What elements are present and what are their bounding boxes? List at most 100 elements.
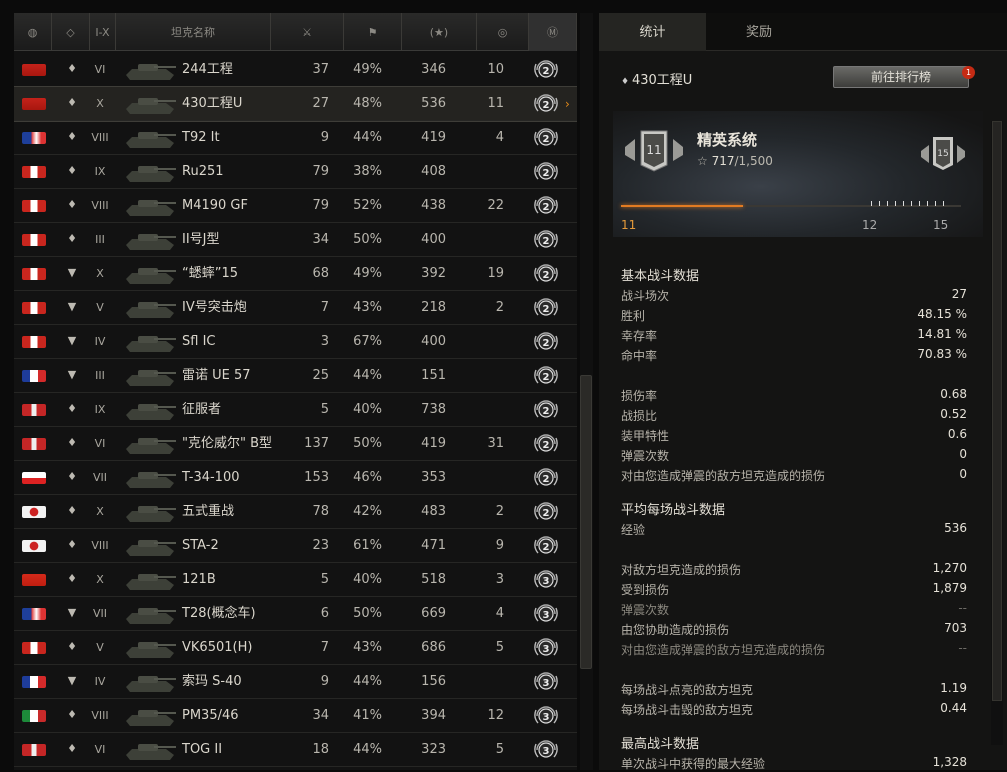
tank-name: T28(概念车) <box>182 606 256 621</box>
tank-image-icon <box>126 608 176 624</box>
tank-tier: VIII <box>91 131 109 144</box>
nation-flag-icon <box>22 200 46 212</box>
tank-row[interactable]: ♦ VIII M4190 GF 79 52% 438 22 2 <box>14 189 577 223</box>
tank-marks: 31 <box>487 436 504 451</box>
sort-tier-button[interactable]: I-X <box>90 13 116 51</box>
tank-image-icon <box>126 64 176 80</box>
tank-name: STA-2 <box>182 538 219 553</box>
tank-win: 44% <box>353 674 382 689</box>
tank-row[interactable]: ♦ X 121B 5 40% 518 3 3 <box>14 563 577 597</box>
tank-row[interactable]: ♦ VI "克伦威尔" B型 137 50% 419 31 2 <box>14 427 577 461</box>
tank-row[interactable]: ♦ V VK6501(H) 7 43% 686 5 3 <box>14 631 577 665</box>
tank-tier: VI <box>94 743 106 756</box>
tank-row[interactable]: ♦ VIII PM35/46 34 41% 394 12 3 <box>14 699 577 733</box>
stat-value: 48.15 % <box>917 307 967 321</box>
list-scrollbar-thumb[interactable] <box>580 375 592 669</box>
mastery-badge-icon: 2 <box>534 94 558 112</box>
tank-row[interactable]: ♦ VII T-34-100 153 46% 353 2 <box>14 461 577 495</box>
tank-tier: IX <box>94 165 106 178</box>
tank-image-icon <box>126 132 176 148</box>
tab-awards[interactable]: 奖励 <box>706 13 812 51</box>
tab-stats[interactable]: 统计 <box>599 13 706 51</box>
progress-tick <box>879 201 880 206</box>
mastery-icon: Ⓜ <box>547 26 558 39</box>
stats-section-title: 平均每场战斗数据 <box>621 503 726 518</box>
sort-battles-button[interactable]: ⚔ <box>271 13 344 51</box>
ranking-button[interactable]: 前往排行榜 <box>833 66 969 88</box>
stat-value: 70.83 % <box>917 347 967 361</box>
sort-marks-button[interactable]: ◎ <box>477 13 529 51</box>
svg-text:2: 2 <box>543 168 550 179</box>
stat-label: 对由您造成弹震的敌方坦克造成的损伤 <box>621 643 826 657</box>
tank-row[interactable]: ♦ IX Ru251 79 38% 408 2 <box>14 155 577 189</box>
stat-label: 损伤率 <box>621 389 658 403</box>
tank-marks: 2 <box>495 504 504 519</box>
tank-image-icon <box>126 370 176 386</box>
tank-row[interactable]: ♦ VI TOG II 18 44% 323 5 3 <box>14 733 577 767</box>
tank-battles: 79 <box>312 164 329 179</box>
tank-tier: X <box>96 573 104 586</box>
tank-image-icon <box>126 676 176 692</box>
tank-row[interactable]: ▼ X “蟋蟀”15 68 49% 392 19 2 <box>14 257 577 291</box>
tank-avg-xp: 323 <box>421 742 446 757</box>
tank-marks: 2 <box>495 300 504 315</box>
vehicle-type-icon: ▼ <box>67 674 77 687</box>
mastery-badge-icon: 3 <box>534 570 558 588</box>
tank-row[interactable]: ♦ VI 244工程 37 49% 346 10 2 <box>14 53 577 87</box>
svg-text:2: 2 <box>543 542 550 553</box>
tank-tier: IV <box>94 675 106 688</box>
tank-tier: IX <box>94 403 106 416</box>
tank-marks: 4 <box>495 606 504 621</box>
tank-tier: VIII <box>91 539 109 552</box>
tank-avg-xp: 536 <box>421 96 446 111</box>
nation-flag-icon <box>22 744 46 756</box>
svg-text:2: 2 <box>543 66 550 77</box>
tank-image-icon <box>126 506 176 522</box>
tank-name: T92 It <box>182 130 220 145</box>
vehicle-type-icon: ♦ <box>67 130 77 143</box>
tank-row[interactable]: ♦ IX 征服者 5 40% 738 2 <box>14 393 577 427</box>
tank-win: 43% <box>353 640 382 655</box>
tank-name: Sfl IC <box>182 334 216 349</box>
sort-type-button[interactable]: ◇ <box>52 13 90 51</box>
tank-row[interactable]: ♦ III II号J型 34 50% 400 2 <box>14 223 577 257</box>
tank-row[interactable]: ♦ VIII STA-2 23 61% 471 9 2 <box>14 529 577 563</box>
elite-points: ☆ 717/1,500 <box>697 154 773 168</box>
sort-mastery-button[interactable]: Ⓜ <box>529 13 577 51</box>
stat-value: 1,879 <box>932 581 967 595</box>
tank-name: M4190 GF <box>182 198 248 213</box>
tank-win: 41% <box>353 708 382 723</box>
sort-name-button[interactable]: 坦克名称 <box>116 13 271 51</box>
tank-row[interactable]: ▼ IV Sfl IC 3 67% 400 2 <box>14 325 577 359</box>
tank-row[interactable]: ▼ IV 索玛 S-40 9 44% 156 3 <box>14 665 577 699</box>
sort-xp-button[interactable]: (★) <box>402 13 477 51</box>
tank-row[interactable]: ▼ VII T28(概念车) 6 50% 669 4 3 <box>14 597 577 631</box>
vehicle-type-icon: ♦ <box>67 572 77 585</box>
tank-tier: III <box>95 233 105 246</box>
list-header: ◍ ◇ I-X 坦克名称 ⚔ ⚑ (★) ◎ Ⓜ <box>14 13 577 51</box>
vehicle-type-icon: ♦ <box>67 232 77 245</box>
tank-row[interactable]: ♦ X 430工程U 27 48% 536 11 2 › <box>14 86 577 122</box>
mastery-badge-icon: 2 <box>534 60 558 78</box>
stat-label: 对由您造成弹震的敌方坦克造成的损伤 <box>621 469 826 483</box>
tank-row[interactable]: ▼ V IV号突击炮 7 43% 218 2 2 <box>14 291 577 325</box>
stat-label: 弹震次数 <box>621 603 670 617</box>
tank-row[interactable]: ♦ VIII T92 It 9 44% 419 4 2 <box>14 121 577 155</box>
mastery-badge-icon: 2 <box>534 366 558 384</box>
stats-section-title: 基本战斗数据 <box>621 269 700 284</box>
tank-image-icon <box>126 472 176 488</box>
sort-wins-button[interactable]: ⚑ <box>344 13 402 51</box>
svg-text:2: 2 <box>543 338 550 349</box>
tank-avg-xp: 392 <box>421 266 446 281</box>
sort-nation-button[interactable]: ◍ <box>14 13 52 51</box>
svg-text:11: 11 <box>646 143 661 157</box>
tank-row[interactable]: ♦ X 五式重战 78 42% 483 2 2 <box>14 495 577 529</box>
tank-battles: 7 <box>320 640 329 655</box>
tank-row[interactable]: ▼ III 雷诺 UE 57 25 44% 151 2 <box>14 359 577 393</box>
vehicle-type-icon: ♦ <box>67 198 77 211</box>
svg-text:2: 2 <box>543 474 550 485</box>
detail-scrollbar-thumb[interactable] <box>992 121 1002 701</box>
tank-avg-xp: 408 <box>421 164 446 179</box>
progress-tick <box>935 201 936 206</box>
tank-tier: X <box>96 267 104 280</box>
